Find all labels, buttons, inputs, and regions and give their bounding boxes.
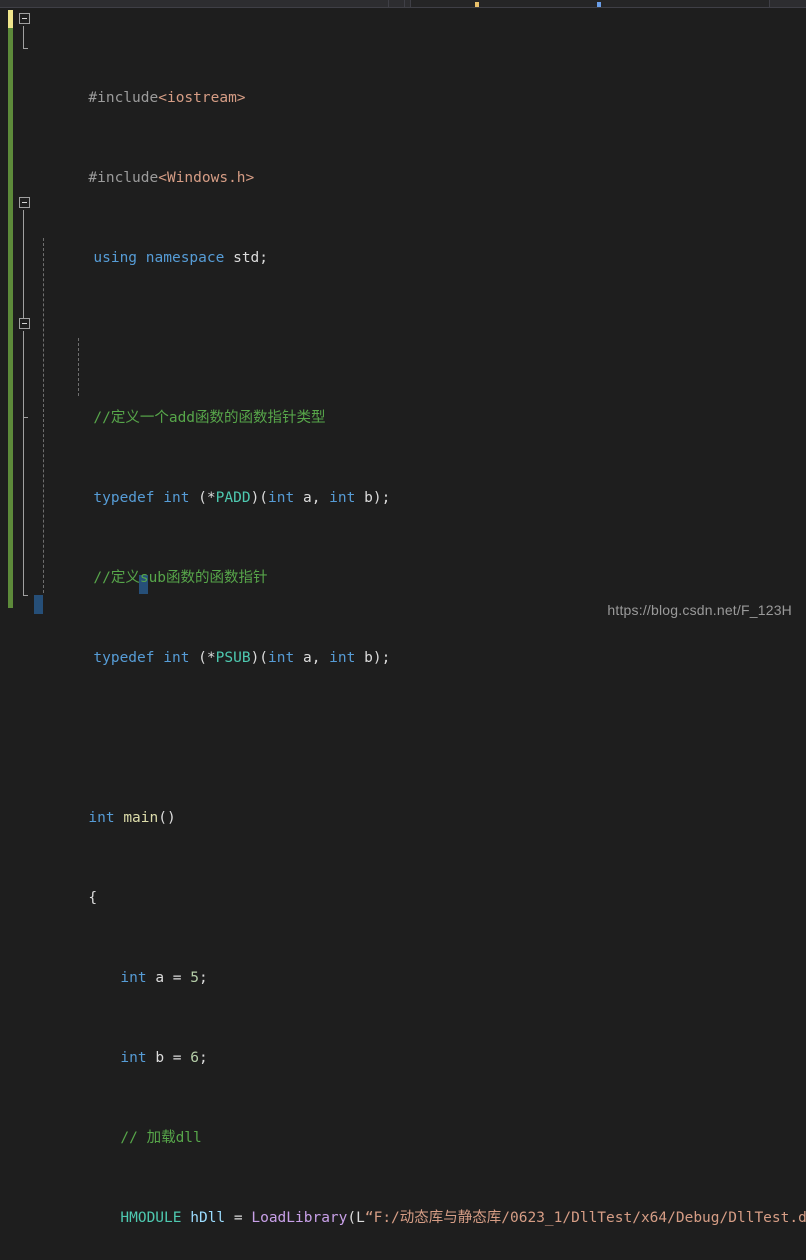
token: a, bbox=[294, 650, 330, 666]
code-line[interactable]: int main() bbox=[0, 788, 806, 826]
token: int bbox=[163, 650, 190, 666]
token: int bbox=[268, 650, 295, 666]
token: ; bbox=[259, 250, 269, 266]
token: ( bbox=[347, 1210, 357, 1226]
warning-icon bbox=[475, 2, 479, 7]
token: ; bbox=[381, 490, 391, 506]
token: a, bbox=[294, 490, 330, 506]
code-line[interactable]: // 加载dll bbox=[0, 1108, 806, 1146]
token: //定义一个add函数的函数指针类型 bbox=[93, 410, 326, 426]
token: 6 bbox=[190, 1050, 199, 1066]
token: HMODULE bbox=[120, 1210, 182, 1226]
token: “F:/动态库与静态库/0623_1/DllTest/x64/Debug/Dll… bbox=[364, 1210, 806, 1226]
token: ; bbox=[198, 970, 208, 986]
code-line[interactable]: using namespace std; bbox=[0, 228, 806, 266]
token: int bbox=[120, 970, 147, 986]
code-text[interactable]: #include<iostream> #include<Windows.h> u… bbox=[0, 8, 806, 1260]
token: <iostream> bbox=[158, 90, 246, 106]
token: namespace bbox=[145, 250, 225, 266]
token: b = bbox=[146, 1050, 191, 1066]
token: () bbox=[158, 810, 176, 826]
token: a = bbox=[146, 970, 191, 986]
token: ; bbox=[381, 650, 391, 666]
token: int bbox=[329, 490, 356, 506]
code-line[interactable]: typedef int (*PADD)(int a, int b); bbox=[0, 468, 806, 506]
token: LoadLibrary bbox=[251, 1210, 348, 1226]
code-line[interactable]: //定义sub函数的函数指针 bbox=[0, 548, 806, 586]
info-icon bbox=[597, 2, 601, 7]
toolbar-strip bbox=[0, 0, 806, 8]
token: hDll bbox=[190, 1210, 226, 1226]
token: = bbox=[225, 1210, 252, 1226]
token: typedef bbox=[93, 490, 155, 506]
token: (* bbox=[189, 490, 216, 506]
token: ; bbox=[198, 1050, 208, 1066]
token: using bbox=[93, 250, 138, 266]
token: PSUB bbox=[215, 650, 251, 666]
code-editor[interactable]: #include<iostream> #include<Windows.h> u… bbox=[0, 8, 806, 1226]
watermark-text: https://blog.csdn.net/F_123H bbox=[607, 602, 792, 618]
token: int bbox=[120, 1050, 147, 1066]
token: main bbox=[123, 810, 159, 826]
code-line[interactable]: { bbox=[0, 868, 806, 906]
code-line[interactable]: //定义一个add函数的函数指针类型 bbox=[0, 388, 806, 426]
code-line[interactable]: typedef int (*PSUB)(int a, int b); bbox=[0, 628, 806, 666]
token: { bbox=[88, 890, 98, 906]
token: )( bbox=[250, 490, 269, 506]
code-line[interactable]: int b = 6; bbox=[0, 1028, 806, 1066]
toolbar-divider bbox=[388, 0, 389, 8]
token: //定义sub函数的函数指针 bbox=[93, 570, 268, 586]
token: int bbox=[329, 650, 356, 666]
token: int bbox=[88, 810, 115, 826]
code-line-empty[interactable] bbox=[0, 308, 806, 328]
token: <Windows.h> bbox=[158, 170, 255, 186]
code-line[interactable]: #include<Windows.h> bbox=[0, 148, 806, 186]
token: 5 bbox=[190, 970, 199, 986]
code-line[interactable]: #include<iostream> bbox=[0, 68, 806, 106]
token: (* bbox=[189, 650, 216, 666]
code-line[interactable]: int a = 5; bbox=[0, 948, 806, 986]
token: )( bbox=[250, 650, 269, 666]
token: b) bbox=[355, 650, 382, 666]
token: int bbox=[163, 490, 190, 506]
token: #include bbox=[88, 90, 159, 106]
code-line-empty[interactable] bbox=[0, 708, 806, 728]
token: std bbox=[224, 250, 260, 266]
token: L bbox=[356, 1210, 365, 1226]
token: int bbox=[268, 490, 295, 506]
token: typedef bbox=[93, 650, 155, 666]
token: PADD bbox=[215, 490, 251, 506]
token: // 加载dll bbox=[120, 1130, 202, 1146]
toolbar-divider bbox=[404, 0, 405, 8]
token: #include bbox=[88, 170, 159, 186]
code-line[interactable]: HMODULE hDll = LoadLibrary(L“F:/动态库与静态库/… bbox=[0, 1188, 806, 1226]
token: b) bbox=[355, 490, 382, 506]
toolbar-combo[interactable] bbox=[410, 0, 770, 7]
